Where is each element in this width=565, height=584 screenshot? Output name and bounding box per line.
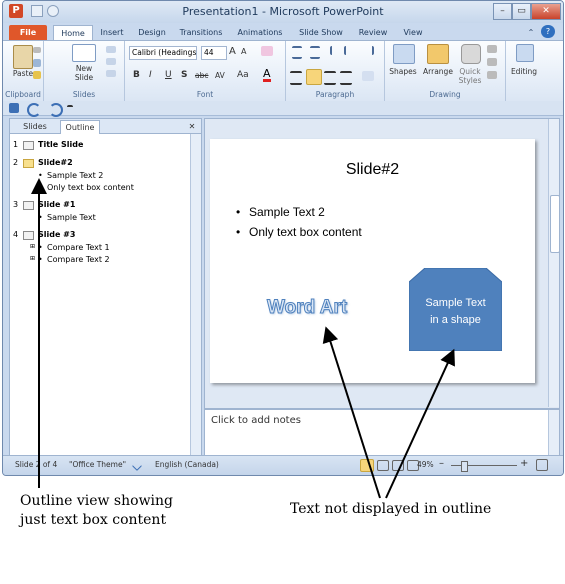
annotation-left-line1: Outline view showing xyxy=(20,493,174,509)
annotation-right: Text not displayed in outline xyxy=(290,501,492,517)
wordart-arrow xyxy=(322,326,381,499)
shape-arrow xyxy=(385,348,455,499)
annotation-left-line2: just text box content xyxy=(20,512,167,528)
